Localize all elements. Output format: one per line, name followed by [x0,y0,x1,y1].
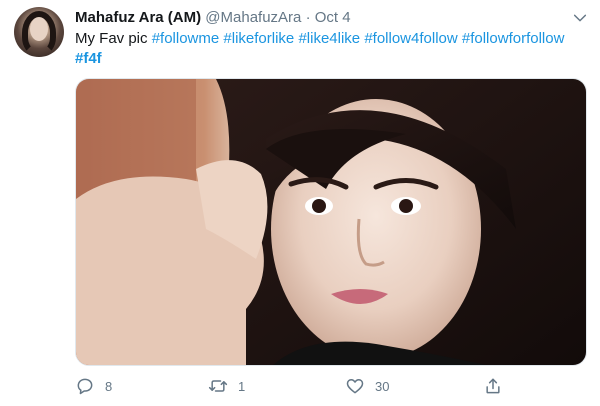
like-button[interactable]: 30 [345,374,389,398]
reply-count: 8 [105,378,113,394]
retweet-count: 1 [238,378,246,394]
tweet[interactable]: Mahafuz Ara (AM) @MahafuzAra · Oct 4 My … [0,0,600,406]
retweet-button[interactable]: 1 [208,374,245,398]
heart-icon [346,379,364,394]
tweet-text-prefix: My Fav pic [75,30,148,47]
author-handle[interactable]: @MahafuzAra [205,9,301,26]
tweet-date[interactable]: Oct 4 [315,9,351,26]
hashtag-like4like[interactable]: #like4like [298,30,360,47]
reply-icon [77,378,93,395]
header-separator: · [305,9,311,26]
hashtag-likeforlike[interactable]: #likeforlike [223,30,294,47]
share-icon [486,378,500,394]
photo-illustration [76,79,586,365]
like-count: 30 [375,378,390,394]
author-name[interactable]: Mahafuz Ara (AM) [75,9,201,26]
tweet-photo[interactable] [75,78,587,366]
share-button[interactable] [483,374,503,398]
hashtag-f4f[interactable]: #f4f [75,50,102,67]
tweet-header: Mahafuz Ara (AM) @MahafuzAra · Oct 4 [75,8,351,28]
chevron-down-icon[interactable] [572,10,588,26]
tweet-text: My Fav pic #followme #likeforlike #like4… [75,29,575,69]
retweet-icon [208,380,228,392]
hashtag-followme[interactable]: #followme [152,30,220,47]
tweet-actions: 8 1 30 [75,374,595,398]
avatar[interactable] [14,7,64,57]
hashtag-followforfollow[interactable]: #followforfollow [462,30,565,47]
hashtag-follow4follow[interactable]: #follow4follow [364,30,457,47]
avatar-hair [22,11,56,55]
reply-button[interactable]: 8 [75,374,112,398]
